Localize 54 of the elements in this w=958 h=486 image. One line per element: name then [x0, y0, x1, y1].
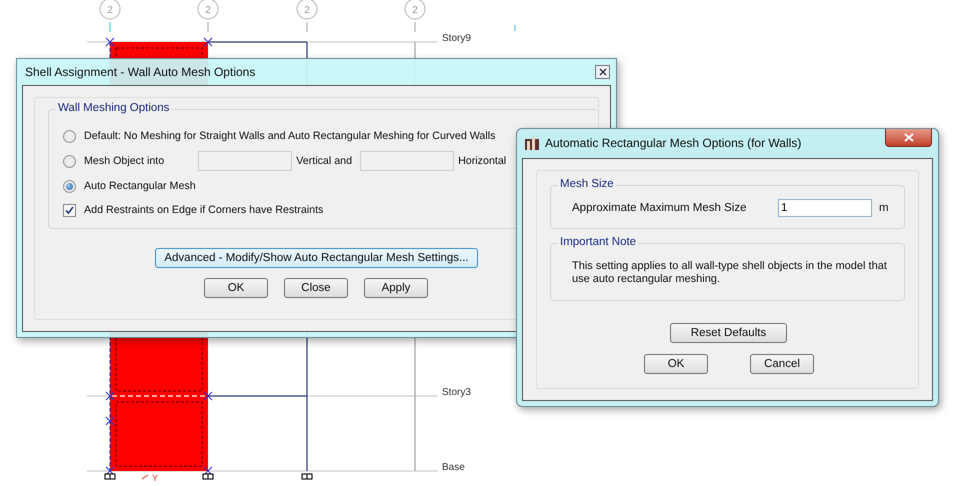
- joint-icon: [204, 392, 212, 400]
- field-label: Approximate Maximum Mesh Size: [572, 202, 748, 214]
- button[interactable]: Cancel: [750, 354, 814, 374]
- grid-tick: [306, 22, 308, 32]
- radio-button[interactable]: [63, 154, 76, 168]
- app-icon: [525, 136, 539, 150]
- window-title: Shell Assignment - Wall Auto Mesh Options: [25, 65, 256, 79]
- checkbox-label: Add Restraints on Edge if Corners have Restraints: [84, 204, 324, 216]
- input-field[interactable]: [360, 151, 454, 171]
- window-title: Automatic Rectangular Mesh Options (for Walls): [544, 136, 802, 150]
- axis-drawing: Y: [142, 473, 158, 483]
- close-button[interactable]: [595, 65, 610, 79]
- input-field[interactable]: [198, 151, 292, 171]
- story-label: Story9: [442, 33, 471, 44]
- support-icon: [202, 474, 214, 480]
- radio-button[interactable]: [63, 180, 76, 192]
- close-button[interactable]: [885, 129, 932, 147]
- button[interactable]: Advanced - Modify/Show Auto Rectangular Mesh Settings...: [155, 248, 478, 268]
- option-label: Mesh Object into: [84, 155, 164, 167]
- joint-icon: [106, 466, 114, 476]
- joint-icon: [106, 416, 114, 426]
- group-title: Mesh Size: [558, 178, 616, 190]
- button[interactable]: Reset Defaults: [670, 323, 787, 343]
- option-label: Default: No Meshing for Straight Walls and Auto Rectangular Meshing for Curved Walls: [84, 130, 496, 142]
- option-label: Auto Rectangular Mesh: [84, 180, 196, 192]
- grid-tick: [414, 22, 416, 32]
- input-field[interactable]: 1: [778, 199, 872, 217]
- group-title: Wall Meshing Options: [56, 102, 172, 114]
- button[interactable]: OK: [644, 354, 708, 374]
- button[interactable]: OK: [204, 278, 268, 298]
- joint-icon: [106, 38, 114, 46]
- radio-button[interactable]: [63, 130, 76, 142]
- checkbox[interactable]: [63, 204, 76, 216]
- support-icon: [104, 474, 116, 480]
- close-icon: [598, 68, 606, 76]
- grid-tick: [514, 24, 516, 32]
- story-label: Story3: [442, 387, 471, 398]
- group-title: Important Note: [558, 236, 638, 248]
- joint-icon: [204, 38, 212, 46]
- note-text: This setting applies to all wall-type shell objects in the model that use auto rectangular meshing.: [572, 260, 888, 286]
- field-label: Vertical and: [296, 155, 352, 167]
- close-icon: [904, 133, 914, 142]
- grid-bubble: 2: [100, 0, 120, 20]
- button[interactable]: Close: [284, 278, 348, 298]
- grid-bubble: 2: [404, 0, 426, 20]
- grid-bubble: 2: [198, 0, 218, 20]
- unit-label: m: [879, 202, 889, 214]
- support-icon: [302, 474, 312, 480]
- grid-bubble: 2: [296, 0, 318, 20]
- story-label: Base: [442, 462, 465, 473]
- joint-icon: [106, 392, 114, 400]
- field-label: Horizontal: [458, 155, 506, 167]
- button[interactable]: Apply: [364, 278, 428, 298]
- joint-icon: [204, 466, 212, 476]
